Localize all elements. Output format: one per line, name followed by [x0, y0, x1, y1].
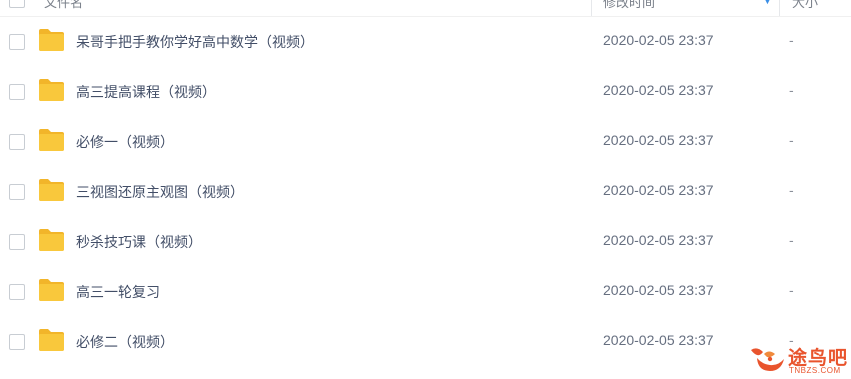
file-row[interactable]: 高三一轮复习 2020-02-05 23:37 - [0, 267, 851, 317]
folder-icon [39, 29, 64, 51]
file-name[interactable]: 呆哥手把手教你学好高中数学（视频） [76, 32, 314, 52]
row-checkbox[interactable] [9, 284, 25, 300]
file-name[interactable]: 必修一（视频） [76, 132, 174, 152]
file-list-header: 文件名 修改时间 ▼ 大小 [0, 0, 851, 17]
watermark-subtext: TNBZS.COM [789, 366, 841, 375]
file-name[interactable]: 三视图还原主观图（视频） [76, 182, 244, 202]
select-all-checkbox[interactable] [9, 0, 25, 8]
file-modified-time: 2020-02-05 23:37 [603, 282, 714, 298]
row-checkbox[interactable] [9, 234, 25, 250]
file-modified-time: 2020-02-05 23:37 [603, 82, 714, 98]
file-modified-time: 2020-02-05 23:37 [603, 132, 714, 148]
file-row[interactable]: 呆哥手把手教你学好高中数学（视频） 2020-02-05 23:37 - [0, 17, 851, 67]
file-name[interactable]: 必修二（视频） [76, 332, 174, 352]
file-modified-time: 2020-02-05 23:37 [603, 182, 714, 198]
row-checkbox[interactable] [9, 34, 25, 50]
file-modified-time: 2020-02-05 23:37 [603, 232, 714, 248]
folder-icon [39, 229, 64, 251]
row-checkbox[interactable] [9, 84, 25, 100]
file-name[interactable]: 秒杀技巧课（视频） [76, 232, 202, 252]
row-checkbox[interactable] [9, 334, 25, 350]
file-name[interactable]: 高三提高课程（视频） [76, 82, 216, 102]
file-row[interactable]: 三视图还原主观图（视频） 2020-02-05 23:37 - [0, 167, 851, 217]
file-size: - [789, 32, 794, 48]
file-size: - [789, 82, 794, 98]
folder-icon [39, 329, 64, 351]
row-checkbox[interactable] [9, 134, 25, 150]
folder-icon [39, 129, 64, 151]
row-checkbox[interactable] [9, 184, 25, 200]
file-row[interactable]: 必修一（视频） 2020-02-05 23:37 - [0, 117, 851, 167]
sort-down-icon[interactable]: ▼ [763, 0, 772, 6]
column-header-modified[interactable]: 修改时间 [603, 0, 655, 11]
folder-icon [39, 279, 64, 301]
bird-logo-icon [751, 348, 784, 371]
file-modified-time: 2020-02-05 23:37 [603, 332, 714, 348]
file-row[interactable]: 秒杀技巧课（视频） 2020-02-05 23:37 - [0, 217, 851, 267]
file-modified-time: 2020-02-05 23:37 [603, 32, 714, 48]
file-size: - [789, 282, 794, 298]
file-row[interactable]: 高三提高课程（视频） 2020-02-05 23:37 - [0, 67, 851, 117]
folder-icon [39, 179, 64, 201]
file-size: - [789, 232, 794, 248]
column-header-name[interactable]: 文件名 [44, 0, 83, 11]
column-header-size[interactable]: 大小 [792, 0, 818, 11]
watermark: 途鸟吧 TNBZS.COM [748, 340, 848, 378]
column-divider[interactable] [779, 0, 780, 16]
file-size: - [789, 132, 794, 148]
folder-icon [39, 79, 64, 101]
file-size: - [789, 182, 794, 198]
file-row[interactable]: 必修二（视频） 2020-02-05 23:37 - [0, 317, 851, 367]
file-name[interactable]: 高三一轮复习 [76, 282, 160, 302]
column-divider[interactable] [591, 0, 592, 16]
